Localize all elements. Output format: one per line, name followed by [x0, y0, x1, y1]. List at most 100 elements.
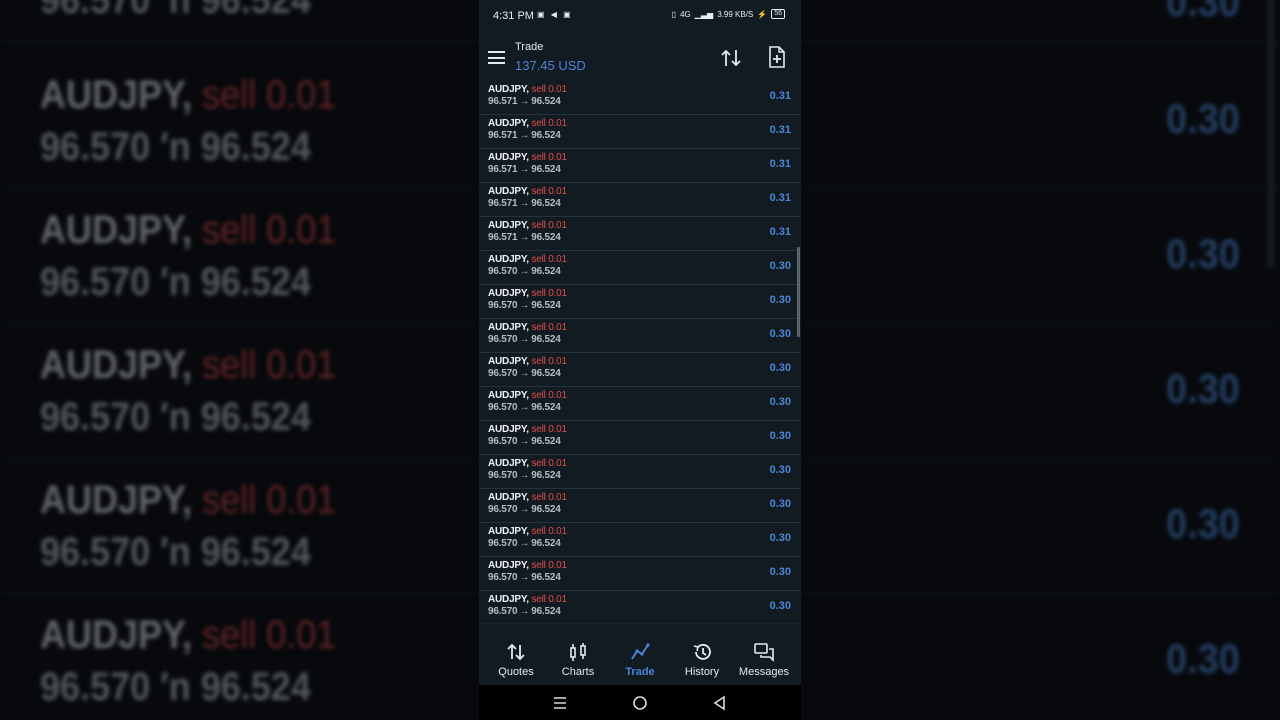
- position-row[interactable]: AUDJPY, sell 0.01 96.571 → 96.524 0.31: [479, 149, 801, 183]
- price-arrow-icon: →: [519, 130, 530, 141]
- status-bar: 4:31 PM ▣ ◀ ▣ ▯ 4G ▁▃▅ 3.99 KB/S ⚡ 56: [479, 0, 801, 32]
- price-arrow-icon: →: [519, 504, 530, 515]
- new-order-icon[interactable]: [768, 46, 786, 68]
- position-side: sell 0.01: [531, 118, 567, 129]
- status-time: 4:31 PM: [493, 10, 534, 22]
- current-price: 96.524: [531, 368, 561, 379]
- history-icon: [693, 644, 711, 660]
- position-row[interactable]: AUDJPY, sell 0.01 96.571 → 96.524 0.31: [479, 81, 801, 115]
- bg-profit: 0.30: [1166, 500, 1240, 547]
- bg-symbol: AUDJPY, sell 0.01: [40, 208, 337, 252]
- position-row[interactable]: AUDJPY, sell 0.01 96.570 → 96.524 0.30: [479, 353, 801, 387]
- bg-top-profit: 0.30: [1166, 0, 1240, 25]
- phone-screen: 4:31 PM ▣ ◀ ▣ ▯ 4G ▁▃▅ 3.99 KB/S ⚡ 56 Tr…: [479, 0, 801, 720]
- position-row[interactable]: AUDJPY, sell 0.01 96.570 → 96.524 0.30: [479, 285, 801, 319]
- price-arrow-icon: →: [519, 606, 530, 617]
- bg-price: 96.570 ′n 96.524: [40, 260, 311, 304]
- list-scrollbar[interactable]: [797, 247, 800, 337]
- charts-icon: [570, 643, 586, 661]
- home-icon[interactable]: [631, 694, 649, 712]
- position-symbol: AUDJPY, sell 0.01: [488, 356, 567, 367]
- positions-list[interactable]: AUDJPY, sell 0.01 96.571 → 96.524 0.31 AUDJPY…: [479, 81, 801, 623]
- price-arrow-icon: →: [519, 164, 530, 175]
- current-price: 96.524: [531, 402, 561, 413]
- position-profit: 0.31: [769, 158, 791, 170]
- sort-icon[interactable]: [720, 48, 742, 68]
- system-navigation-bar: [479, 685, 801, 720]
- back-icon[interactable]: [711, 694, 729, 712]
- vibrate-icon: ▯: [671, 9, 677, 19]
- nav-charts[interactable]: Charts: [546, 624, 610, 686]
- open-price: 96.570: [488, 334, 518, 345]
- recent-apps-icon[interactable]: [551, 694, 569, 712]
- price-arrow-icon: →: [519, 368, 530, 379]
- position-prices: 96.571 → 96.524: [488, 232, 561, 243]
- open-price: 96.571: [488, 164, 518, 175]
- position-row[interactable]: AUDJPY, sell 0.01 96.571 → 96.524 0.31: [479, 183, 801, 217]
- position-symbol: AUDJPY, sell 0.01: [488, 594, 567, 605]
- position-row[interactable]: AUDJPY, sell 0.01 96.571 → 96.524 0.31: [479, 115, 801, 149]
- bg-profit: 0.30: [1166, 95, 1240, 142]
- position-prices: 96.570 → 96.524: [488, 368, 561, 379]
- nav-trade[interactable]: Trade: [608, 624, 672, 686]
- bg-profit: 0.30: [1166, 230, 1240, 277]
- balance-value: 137.45 USD: [515, 58, 586, 73]
- quotes-icon: [507, 643, 525, 661]
- position-symbol: AUDJPY, sell 0.01: [488, 458, 567, 469]
- current-price: 96.524: [531, 300, 561, 311]
- position-prices: 96.570 → 96.524: [488, 504, 561, 515]
- nav-quotes[interactable]: Quotes: [484, 624, 548, 686]
- notification-icons: ▣ ◀ ▣: [537, 10, 573, 19]
- position-side: sell 0.01: [531, 390, 567, 401]
- current-price: 96.524: [531, 538, 561, 549]
- battery-icon: 56: [771, 9, 785, 19]
- position-symbol: AUDJPY, sell 0.01: [488, 254, 567, 265]
- position-profit: 0.31: [769, 90, 791, 102]
- status-right-icons: ▯ 4G ▁▃▅ 3.99 KB/S ⚡ 56: [672, 9, 785, 19]
- open-price: 96.570: [488, 470, 518, 481]
- position-row[interactable]: AUDJPY, sell 0.01 96.570 → 96.524 0.30: [479, 251, 801, 285]
- position-prices: 96.570 → 96.524: [488, 334, 561, 345]
- position-prices: 96.570 → 96.524: [488, 538, 561, 549]
- menu-icon[interactable]: [488, 51, 505, 64]
- open-price: 96.571: [488, 130, 518, 141]
- open-price: 96.570: [488, 538, 518, 549]
- position-prices: 96.571 → 96.524: [488, 198, 561, 209]
- nav-history[interactable]: History: [670, 624, 734, 686]
- bottom-navigation: Quotes Charts Trade History Messages: [479, 623, 801, 685]
- nav-messages[interactable]: Messages: [732, 624, 796, 686]
- position-row[interactable]: AUDJPY, sell 0.01 96.571 → 96.524 0.31: [479, 217, 801, 251]
- bg-symbol: AUDJPY, sell 0.01: [40, 343, 337, 387]
- bg-price: 96.570 ′n 96.524: [40, 125, 311, 169]
- price-arrow-icon: →: [519, 436, 530, 447]
- position-profit: 0.30: [769, 328, 791, 340]
- position-row[interactable]: AUDJPY, sell 0.01 96.570 → 96.524 0.30: [479, 557, 801, 591]
- price-arrow-icon: →: [519, 198, 530, 209]
- position-row[interactable]: AUDJPY, sell 0.01 96.570 → 96.524 0.30: [479, 489, 801, 523]
- position-profit: 0.30: [769, 464, 791, 476]
- open-price: 96.570: [488, 402, 518, 413]
- position-row[interactable]: AUDJPY, sell 0.01 96.570 → 96.524 0.30: [479, 455, 801, 489]
- current-price: 96.524: [531, 606, 561, 617]
- position-prices: 96.571 → 96.524: [488, 164, 561, 175]
- screen: 96.570 ′n 96.524 0.30 AUDJPY, sell 0.01 9…: [0, 0, 1280, 720]
- position-row[interactable]: AUDJPY, sell 0.01 96.570 → 96.524 0.30: [479, 591, 801, 623]
- open-price: 96.570: [488, 368, 518, 379]
- bg-symbol: AUDJPY, sell 0.01: [40, 73, 337, 117]
- position-row[interactable]: AUDJPY, sell 0.01 96.570 → 96.524 0.30: [479, 523, 801, 557]
- position-row[interactable]: AUDJPY, sell 0.01 96.570 → 96.524 0.30: [479, 319, 801, 353]
- position-symbol: AUDJPY, sell 0.01: [488, 322, 567, 333]
- page-title: Trade: [515, 41, 544, 53]
- price-arrow-icon: →: [519, 300, 530, 311]
- bg-price: 96.570 ′n 96.524: [40, 395, 311, 439]
- position-side: sell 0.01: [531, 84, 567, 95]
- position-side: sell 0.01: [531, 356, 567, 367]
- position-row[interactable]: AUDJPY, sell 0.01 96.570 → 96.524 0.30: [479, 421, 801, 455]
- bg-profit: 0.30: [1166, 365, 1240, 412]
- position-symbol: AUDJPY, sell 0.01: [488, 118, 567, 129]
- position-row[interactable]: AUDJPY, sell 0.01 96.570 → 96.524 0.30: [479, 387, 801, 421]
- price-arrow-icon: →: [519, 232, 530, 243]
- open-price: 96.571: [488, 96, 518, 107]
- charging-icon: ⚡: [757, 9, 768, 19]
- bg-price: 96.570 ′n 96.524: [40, 530, 311, 574]
